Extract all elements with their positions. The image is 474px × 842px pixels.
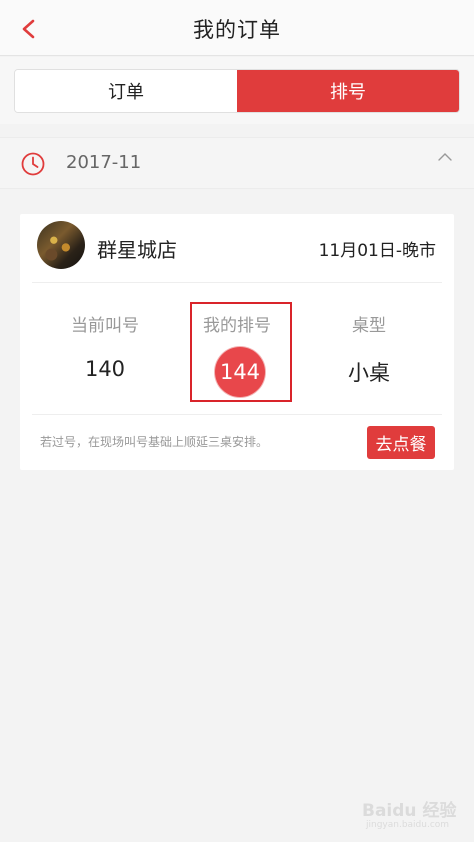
watermark: Baidu 经验 jingyan.baidu.com bbox=[362, 796, 458, 836]
clock-icon bbox=[21, 152, 45, 176]
queue-note: 若过号，在现场叫号基础上顺延三桌安排。 bbox=[40, 435, 269, 449]
page-title: 我的订单 bbox=[193, 18, 281, 42]
month-label: 2017-11 bbox=[66, 152, 142, 173]
watermark-sub: jingyan.baidu.com bbox=[366, 820, 450, 830]
header: 我的订单 bbox=[0, 0, 474, 56]
order-food-button[interactable]: 去点餐 bbox=[367, 426, 435, 459]
current-call-label: 当前叫号 bbox=[71, 316, 139, 336]
tabbar-container: 订单 排号 bbox=[0, 57, 474, 124]
table-type-value: 小桌 bbox=[348, 361, 390, 385]
my-number-label: 我的排号 bbox=[203, 316, 271, 336]
chevron-up-icon[interactable] bbox=[436, 150, 454, 164]
table-type-label: 桌型 bbox=[352, 316, 386, 336]
store-name: 群星城店 bbox=[97, 238, 177, 262]
watermark-main: Baidu 经验 bbox=[362, 801, 457, 821]
tab-orders[interactable]: 订单 bbox=[15, 70, 237, 112]
segmented-tabs: 订单 排号 bbox=[14, 69, 460, 113]
divider bbox=[32, 414, 442, 415]
current-call-value: 140 bbox=[84, 357, 126, 381]
order-time: 11月01日-晚市 bbox=[318, 241, 436, 261]
divider bbox=[32, 282, 442, 283]
page: 我的订单 订单 排号 2017-11 群星城店 11月01日-晚市 当前叫号 1… bbox=[0, 0, 474, 842]
month-section-header[interactable]: 2017-11 bbox=[0, 137, 474, 189]
queue-ticket-card: 群星城店 11月01日-晚市 当前叫号 140 我的排号 144 桌型 小桌 若… bbox=[20, 214, 454, 470]
tab-queue[interactable]: 排号 bbox=[237, 70, 459, 112]
store-avatar bbox=[37, 221, 85, 269]
my-number-badge: 144 bbox=[215, 347, 265, 397]
